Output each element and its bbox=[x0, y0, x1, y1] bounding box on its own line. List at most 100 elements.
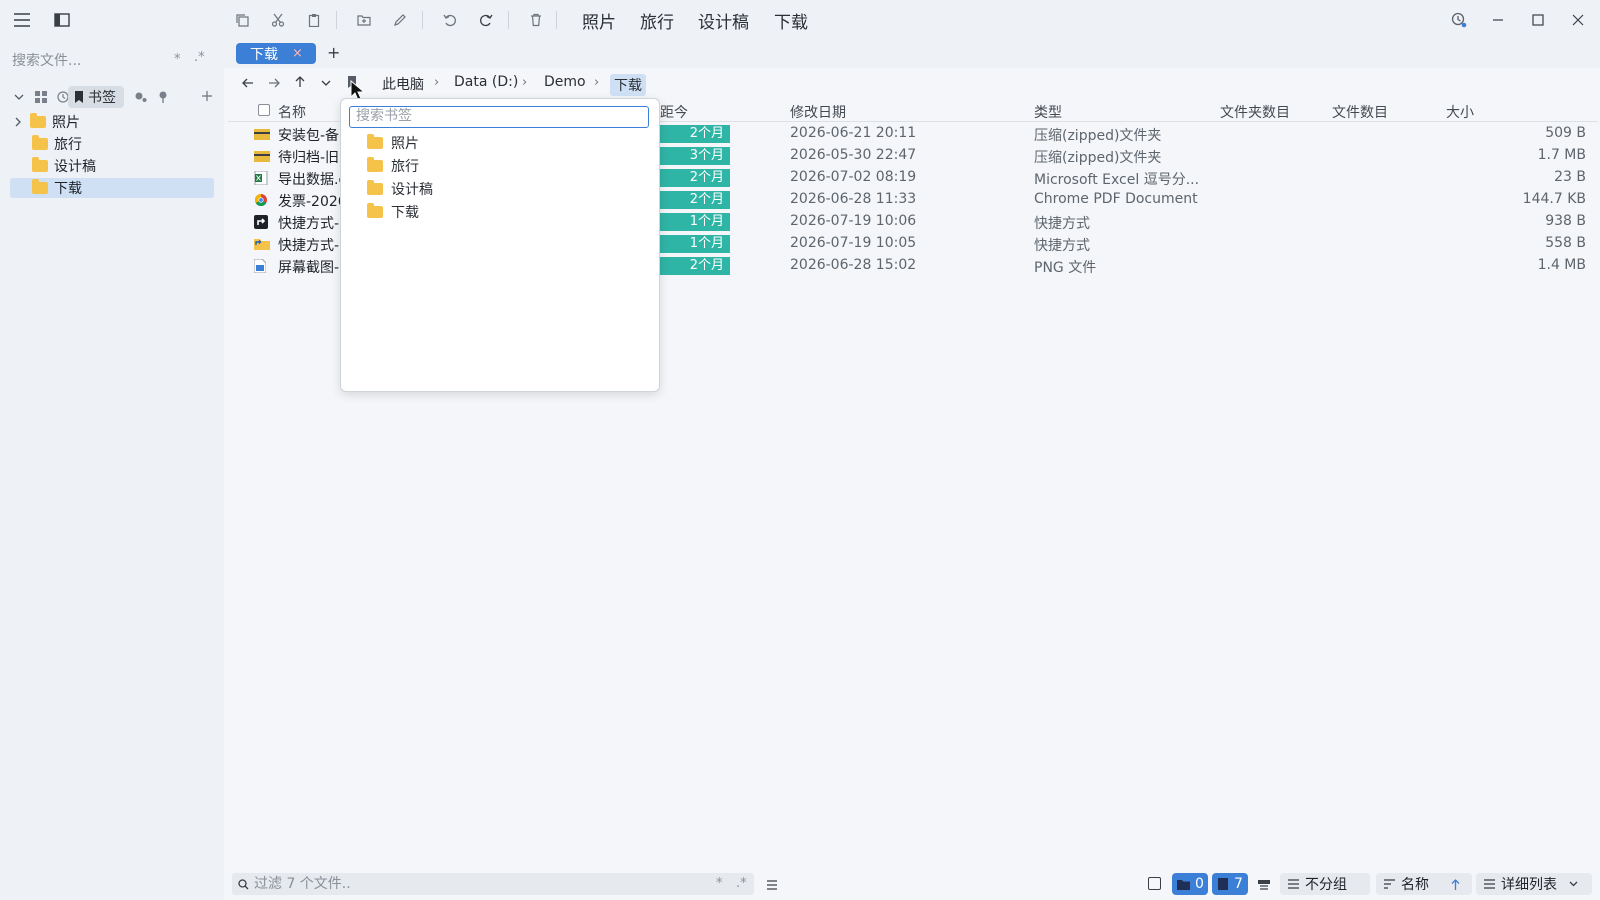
favorite-link-travel[interactable]: 旅行 bbox=[640, 8, 674, 33]
file-type: Microsoft Excel 逗号分... bbox=[1034, 172, 1200, 188]
new-tab-button[interactable]: + bbox=[327, 43, 340, 62]
regex-toggle[interactable]: .* bbox=[194, 50, 205, 65]
history-settings-icon[interactable] bbox=[1449, 10, 1469, 30]
folder-icon bbox=[367, 203, 383, 218]
column-header-folder-count[interactable]: 文件夹数目 bbox=[1220, 102, 1290, 122]
file-modified: 2026-05-30 22:47 bbox=[790, 147, 917, 163]
chevron-right-icon[interactable] bbox=[14, 117, 22, 127]
sort-ascending-icon[interactable] bbox=[1451, 878, 1460, 890]
sort-by-dropdown[interactable]: 名称 bbox=[1376, 873, 1472, 895]
sidebar-item-photos[interactable]: 照片 bbox=[10, 112, 214, 132]
minimize-icon[interactable] bbox=[1488, 10, 1508, 30]
details-view-icon bbox=[1484, 879, 1495, 889]
column-header-age[interactable]: 距今 bbox=[660, 102, 688, 122]
new-folder-icon[interactable] bbox=[354, 10, 374, 30]
tags-icon[interactable] bbox=[134, 90, 148, 104]
sidebar-item-designs[interactable]: 设计稿 bbox=[10, 156, 214, 176]
collapse-chevron-icon[interactable] bbox=[12, 90, 26, 104]
add-bookmark-icon[interactable] bbox=[200, 89, 214, 103]
zip-icon bbox=[254, 127, 270, 141]
age-badge: 2个月 bbox=[660, 257, 730, 275]
tab-label: 下载 bbox=[250, 46, 278, 63]
view-mode-dropdown[interactable]: 详细列表 bbox=[1476, 873, 1592, 895]
forward-icon[interactable] bbox=[266, 75, 282, 91]
file-type: 快捷方式 bbox=[1034, 216, 1090, 232]
filter-wildcard-toggle[interactable]: * bbox=[716, 873, 723, 895]
file-modified: 2026-07-19 10:05 bbox=[790, 235, 917, 251]
paste-icon[interactable] bbox=[304, 10, 324, 30]
sidebar-item-travel[interactable]: 旅行 bbox=[10, 134, 214, 154]
favorite-link-photos[interactable]: 照片 bbox=[582, 8, 616, 33]
breadcrumb-downloads[interactable]: 下载 bbox=[610, 74, 646, 96]
rename-icon[interactable] bbox=[390, 10, 410, 30]
file-modified: 2026-07-02 08:19 bbox=[790, 169, 917, 185]
folder-icon bbox=[32, 179, 48, 194]
file-size: 558 B bbox=[1545, 235, 1586, 251]
view-label: 详细列表 bbox=[1501, 877, 1557, 893]
shortcut-folder-icon bbox=[254, 237, 270, 251]
file-name: 安装包-备 bbox=[278, 128, 340, 144]
bookmark-icon bbox=[75, 91, 83, 103]
sort-icon bbox=[1384, 879, 1395, 889]
breadcrumb-separator: › bbox=[434, 75, 440, 90]
group-by-dropdown[interactable]: 不分组 bbox=[1280, 873, 1370, 895]
filter-regex-toggle[interactable]: .* bbox=[736, 873, 747, 895]
bookmark-item-label: 旅行 bbox=[391, 159, 419, 175]
file-size: 1.7 MB bbox=[1537, 147, 1586, 163]
maximize-icon[interactable] bbox=[1528, 10, 1548, 30]
wildcard-toggle[interactable]: * bbox=[174, 52, 181, 67]
column-header-size[interactable]: 大小 bbox=[1446, 102, 1474, 122]
back-icon[interactable] bbox=[240, 75, 256, 91]
age-badge: 1个月 bbox=[660, 213, 730, 231]
bookmark-item-downloads[interactable]: 下载 bbox=[367, 202, 419, 222]
tab-close-icon[interactable]: × bbox=[292, 46, 303, 61]
bookmark-dropdown: 搜索书签 照片 旅行 设计稿 下载 bbox=[340, 98, 660, 392]
menu-icon[interactable] bbox=[12, 10, 32, 30]
bookmark-item-photos[interactable]: 照片 bbox=[367, 133, 419, 153]
history-dropdown-icon[interactable] bbox=[318, 75, 334, 91]
shortcut-icon bbox=[254, 215, 268, 229]
cut-icon[interactable] bbox=[268, 10, 288, 30]
select-all-checkbox[interactable] bbox=[258, 104, 270, 116]
favorite-link-downloads[interactable]: 下载 bbox=[774, 8, 808, 33]
copy-icon[interactable] bbox=[232, 10, 252, 30]
preview-pane-icon[interactable] bbox=[1256, 877, 1272, 893]
image-icon bbox=[254, 259, 268, 273]
sidebar-item-label: 下载 bbox=[54, 181, 82, 197]
breadcrumb-data-drive[interactable]: Data (D:) bbox=[454, 74, 518, 90]
selection-checkbox[interactable] bbox=[1148, 877, 1161, 890]
folder-icon bbox=[32, 157, 48, 172]
column-header-modified[interactable]: 修改日期 bbox=[790, 102, 846, 122]
breadcrumb-this-pc[interactable]: 此电脑 bbox=[382, 74, 424, 94]
undo-icon[interactable] bbox=[440, 10, 460, 30]
column-header-type[interactable]: 类型 bbox=[1034, 102, 1062, 122]
up-icon[interactable] bbox=[292, 74, 308, 90]
file-type: 快捷方式 bbox=[1034, 238, 1090, 254]
bookmark-item-label: 下载 bbox=[391, 205, 419, 221]
toggle-sidebar-icon[interactable] bbox=[52, 10, 72, 30]
column-header-name[interactable]: 名称 bbox=[278, 102, 306, 122]
bookmarks-tab[interactable]: 书签 bbox=[68, 86, 124, 108]
bookmark-search-input[interactable]: 搜索书签 bbox=[349, 106, 649, 128]
age-badge: 2个月 bbox=[660, 191, 730, 209]
redo-icon[interactable] bbox=[476, 10, 496, 30]
folder-count-badge[interactable]: 0 bbox=[1172, 873, 1208, 895]
bookmark-item-travel[interactable]: 旅行 bbox=[367, 156, 419, 176]
tab-downloads[interactable]: 下载 × bbox=[236, 43, 316, 64]
breadcrumb-demo[interactable]: Demo bbox=[544, 74, 586, 90]
column-header-file-count[interactable]: 文件数目 bbox=[1332, 102, 1388, 122]
filter-input[interactable]: 过滤 7 个文件.. * .* bbox=[232, 873, 754, 895]
close-icon[interactable] bbox=[1568, 10, 1588, 30]
excel-icon bbox=[254, 171, 268, 185]
location-pin-icon[interactable] bbox=[156, 90, 170, 104]
sidebar-search-input[interactable]: 搜索文件... * .* bbox=[12, 50, 212, 74]
sidebar-item-downloads[interactable]: 下载 bbox=[10, 178, 214, 198]
bookmark-item-designs[interactable]: 设计稿 bbox=[367, 179, 433, 199]
favorite-link-designs[interactable]: 设计稿 bbox=[698, 8, 749, 33]
bookmark-item-label: 照片 bbox=[391, 136, 419, 152]
sidebar-search-placeholder: 搜索文件... bbox=[12, 53, 82, 69]
file-count-badge[interactable]: 7 bbox=[1212, 873, 1248, 895]
quick-access-icon[interactable] bbox=[34, 90, 48, 104]
list-options-icon[interactable] bbox=[764, 877, 780, 893]
delete-icon[interactable] bbox=[526, 10, 546, 30]
